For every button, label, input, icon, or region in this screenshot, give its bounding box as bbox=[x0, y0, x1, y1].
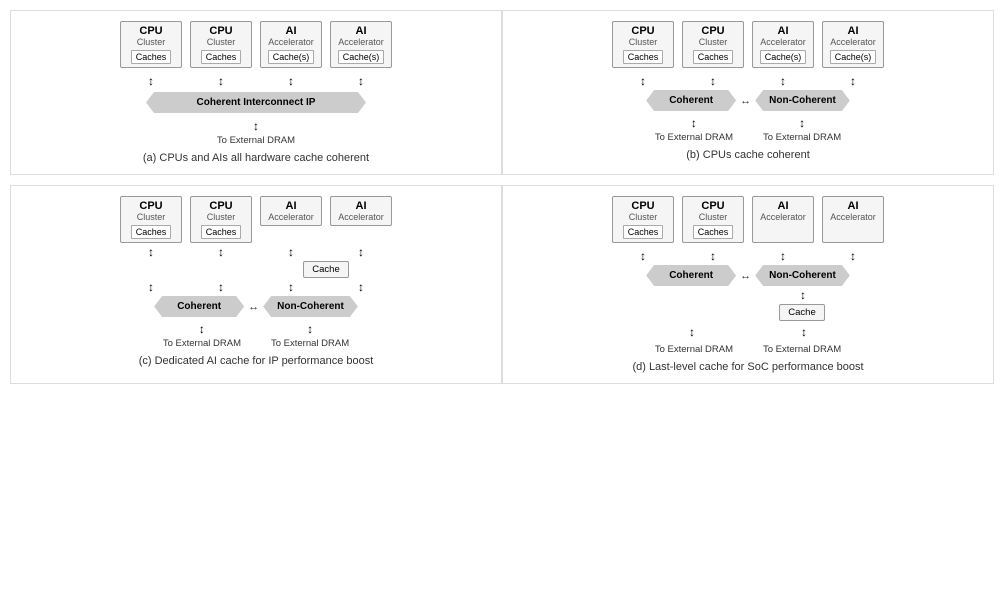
nodes-row-a: CPU Cluster Caches CPU Cluster Caches AI… bbox=[120, 21, 392, 68]
arr-ai2-c: ↕ bbox=[330, 245, 392, 259]
coherent-banner-c: Coherent bbox=[154, 296, 244, 317]
arr-dram-left-d: ↕ bbox=[640, 325, 744, 339]
arr2-ai2-c: ↕ bbox=[330, 280, 392, 294]
node-ai1-d: AI Accelerator bbox=[752, 196, 814, 243]
coherent-banner-b: Coherent bbox=[646, 90, 736, 111]
dram-left-d: To External DRAM bbox=[655, 342, 733, 355]
arrow-ai1-b: ↕ bbox=[752, 74, 814, 88]
caption-d: (d) Last-level cache for SoC performance… bbox=[632, 361, 863, 373]
ai1-group-c: AI Accelerator bbox=[260, 196, 322, 243]
cpu1-cache-a: Caches bbox=[131, 50, 172, 64]
ai1-title-a: AI bbox=[266, 25, 316, 37]
arrow-cpu2-b: ↕ bbox=[682, 74, 744, 88]
node-cpu1-d: CPU Cluster Caches bbox=[612, 196, 674, 243]
dram-right-d: To External DRAM bbox=[763, 342, 841, 355]
dual-banner-d: Coherent ↔ Non-Coherent bbox=[646, 265, 850, 286]
arr-noncoherent-down-d: ↕ bbox=[758, 288, 848, 302]
node-cpu2-c: CPU Cluster Caches bbox=[190, 196, 252, 243]
dram-right-b: ↕ To External DRAM bbox=[763, 116, 841, 143]
diagram-a: CPU Cluster Caches CPU Cluster Caches AI… bbox=[10, 10, 502, 175]
dram-left-b: ↕ To External DRAM bbox=[655, 116, 733, 143]
nodes-row-b: CPU Cluster Caches CPU Cluster Caches AI… bbox=[612, 21, 884, 68]
dual-banner-c: Coherent ↔ Non-Coherent bbox=[154, 296, 358, 317]
dram-row-c: ↕ To External DRAM ↕ To External DRAM bbox=[163, 322, 349, 349]
dram-row-b: ↕ To External DRAM ↕ To External DRAM bbox=[655, 116, 841, 143]
arr-ai2-d: ↕ bbox=[822, 249, 884, 263]
cpu1-group-c: CPU Cluster Caches bbox=[120, 196, 182, 243]
node-cpu1-b: CPU Cluster Caches bbox=[612, 21, 674, 68]
caption-b: (b) CPUs cache coherent bbox=[686, 149, 810, 161]
ai-cache-box-c: Cache bbox=[303, 261, 348, 278]
horiz-arrow-b: ↔ bbox=[740, 95, 751, 107]
noncoherent-banner-c: Non-Coherent bbox=[263, 296, 358, 317]
dram-right-c: ↕ To External DRAM bbox=[271, 322, 349, 349]
arrow-cpu1-a: ↕ bbox=[120, 74, 182, 88]
arrow-ai2-b: ↕ bbox=[822, 74, 884, 88]
arr-cpu1-d: ↕ bbox=[612, 249, 674, 263]
node-ai1-a: AI Accelerator Cache(s) bbox=[260, 21, 322, 68]
cpu1-title-a: CPU bbox=[126, 25, 176, 37]
ai2-subtitle-a: Accelerator bbox=[336, 37, 386, 47]
dual-banner-b: Coherent ↔ Non-Coherent bbox=[646, 90, 850, 111]
cpu1-subtitle-a: Cluster bbox=[126, 37, 176, 47]
diagram-c: CPU Cluster Caches CPU Cluster Caches bbox=[10, 185, 502, 384]
diagram-c-content: CPU Cluster Caches CPU Cluster Caches bbox=[26, 196, 486, 349]
arr-ai1-d: ↕ bbox=[752, 249, 814, 263]
coherent-banner-d: Coherent bbox=[646, 265, 736, 286]
node-cpu2-a: CPU Cluster Caches bbox=[190, 21, 252, 68]
noncoherent-banner-d: Non-Coherent bbox=[755, 265, 850, 286]
ai2-group-c: AI Accelerator bbox=[330, 196, 392, 243]
arr-cpu1-c: ↕ bbox=[120, 245, 182, 259]
dram-left-c: ↕ To External DRAM bbox=[163, 322, 241, 349]
node-ai2-d: AI Accelerator bbox=[822, 196, 884, 243]
arrow-cpu1-b: ↕ bbox=[612, 74, 674, 88]
diagram-a-content: CPU Cluster Caches CPU Cluster Caches AI… bbox=[26, 21, 486, 146]
diagram-b: CPU Cluster Caches CPU Cluster Caches AI… bbox=[502, 10, 994, 175]
horiz-arrow-c: ↔ bbox=[248, 301, 259, 313]
arr2-ai1-c: ↕ bbox=[260, 280, 322, 294]
arr-dram-right-d: ↕ bbox=[752, 325, 856, 339]
dram-text-a: To External DRAM bbox=[217, 135, 295, 146]
node-cpu1-a: CPU Cluster Caches bbox=[120, 21, 182, 68]
arrow-ai1-a: ↕ bbox=[260, 74, 322, 88]
nodes-row-d: CPU Cluster Caches CPU Cluster Caches AI… bbox=[612, 196, 884, 243]
ai1-subtitle-a: Accelerator bbox=[266, 37, 316, 47]
ai1-cache-a: Cache(s) bbox=[268, 50, 315, 64]
caption-a: (a) CPUs and AIs all hardware cache cohe… bbox=[143, 152, 369, 164]
cpu2-cache-a: Caches bbox=[201, 50, 242, 64]
arrow-cpu2-a: ↕ bbox=[190, 74, 252, 88]
arrow-dram-a: ↕ bbox=[253, 119, 259, 133]
noncoherent-banner-b: Non-Coherent bbox=[755, 90, 850, 111]
arr-cpu2-d: ↕ bbox=[682, 249, 744, 263]
caption-c: (c) Dedicated AI cache for IP performanc… bbox=[139, 355, 374, 367]
diagram-b-content: CPU Cluster Caches CPU Cluster Caches AI… bbox=[518, 21, 978, 143]
horiz-arrow-d: ↔ bbox=[740, 270, 751, 282]
node-ai1-c: AI Accelerator bbox=[260, 196, 322, 226]
cpu2-group-c: CPU Cluster Caches bbox=[190, 196, 252, 243]
dram-row-d: To External DRAM To External DRAM bbox=[655, 342, 841, 355]
node-ai1-b: AI Accelerator Cache(s) bbox=[752, 21, 814, 68]
node-cpu2-d: CPU Cluster Caches bbox=[682, 196, 744, 243]
arr-cpu2-c: ↕ bbox=[190, 245, 252, 259]
cpu2-title-a: CPU bbox=[196, 25, 246, 37]
diagram-d-content: CPU Cluster Caches CPU Cluster Caches AI… bbox=[518, 196, 978, 355]
arr-ai1-c: ↕ bbox=[260, 245, 322, 259]
ai2-title-a: AI bbox=[336, 25, 386, 37]
node-cpu1-c: CPU Cluster Caches bbox=[120, 196, 182, 243]
coherent-interconnect-banner: Coherent Interconnect IP bbox=[146, 92, 366, 113]
diagram-d: CPU Cluster Caches CPU Cluster Caches AI… bbox=[502, 185, 994, 384]
arrow-ai2-a: ↕ bbox=[330, 74, 392, 88]
arr2-cpu1-c: ↕ bbox=[120, 280, 182, 294]
node-ai2-b: AI Accelerator Cache(s) bbox=[822, 21, 884, 68]
ai2-cache-a: Cache(s) bbox=[338, 50, 385, 64]
node-ai2-c: AI Accelerator bbox=[330, 196, 392, 226]
llc-cache-box-d: Cache bbox=[779, 304, 824, 321]
arr2-cpu2-c: ↕ bbox=[190, 280, 252, 294]
cpu2-subtitle-a: Cluster bbox=[196, 37, 246, 47]
banner-row-a: Coherent Interconnect IP bbox=[26, 92, 486, 113]
node-ai2-a: AI Accelerator Cache(s) bbox=[330, 21, 392, 68]
node-cpu2-b: CPU Cluster Caches bbox=[682, 21, 744, 68]
